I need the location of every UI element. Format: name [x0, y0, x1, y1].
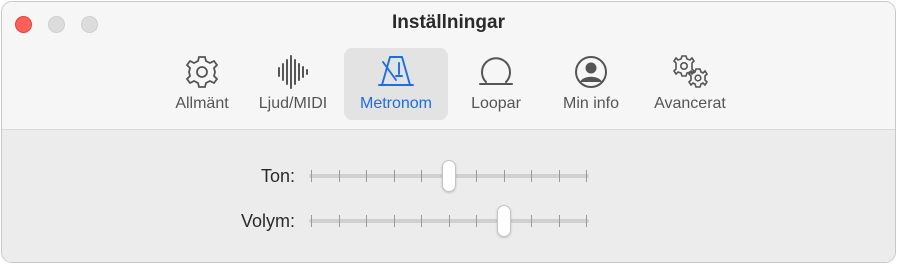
slider-tick — [503, 170, 505, 182]
slider-tick — [393, 215, 395, 227]
slider-tick — [531, 215, 532, 227]
loop-icon — [479, 57, 513, 85]
tab-audio-midi-label: Ljud/MIDI — [258, 95, 328, 112]
preferences-toolbar: Allmänt Ljud/MIDI Metronom Loopar Min in… — [2, 2, 895, 130]
volume-slider[interactable] — [309, 205, 589, 237]
slider-tick — [338, 215, 340, 227]
volume-slider-knob[interactable] — [497, 205, 512, 237]
slider-tick — [421, 170, 422, 182]
gears-icon — [672, 55, 709, 88]
tone-label: Ton: — [260, 166, 295, 186]
tab-metronome-label: Metronom — [359, 95, 433, 112]
slider-tick — [586, 170, 587, 182]
slider-tick — [393, 170, 395, 182]
slider-tick — [558, 170, 560, 182]
slider-tick — [366, 170, 367, 182]
gear-icon — [185, 56, 219, 88]
slider-tick — [476, 215, 477, 227]
tab-advanced-label: Avancerat — [654, 95, 726, 112]
slider-tick — [366, 215, 367, 227]
slider-tick — [476, 170, 477, 182]
tab-audio-midi[interactable]: Ljud/MIDI — [248, 48, 338, 120]
slider-tick — [586, 215, 587, 227]
tab-my-info-label: Min info — [562, 95, 620, 112]
slider-tick — [311, 215, 312, 227]
tab-loops[interactable]: Loopar — [460, 48, 532, 120]
slider-tick — [338, 170, 340, 182]
tab-general[interactable]: Allmänt — [162, 48, 242, 120]
tab-loops-label: Loopar — [471, 95, 521, 112]
settings-window: Inställningar Allmänt Ljud/MIDI Metronom… — [1, 1, 896, 263]
person-circle-icon — [575, 56, 607, 88]
slider-tick — [558, 215, 560, 227]
tone-slider[interactable] — [309, 160, 589, 192]
slider-tick — [531, 170, 532, 182]
tab-my-info[interactable]: Min info — [550, 48, 632, 120]
tab-advanced[interactable]: Avancerat — [642, 48, 738, 120]
tone-slider-knob[interactable] — [442, 160, 456, 192]
slider-tick — [311, 170, 312, 182]
waveform-icon — [278, 55, 308, 89]
tab-metronome[interactable]: Metronom — [344, 48, 448, 120]
tab-general-label: Allmänt — [175, 95, 229, 112]
metronome-icon — [378, 56, 414, 86]
volume-label: Volym: — [240, 211, 295, 231]
metronome-settings-pane: Ton: Volym: — [2, 130, 895, 262]
slider-tick — [421, 215, 422, 227]
slider-tick — [448, 215, 450, 227]
